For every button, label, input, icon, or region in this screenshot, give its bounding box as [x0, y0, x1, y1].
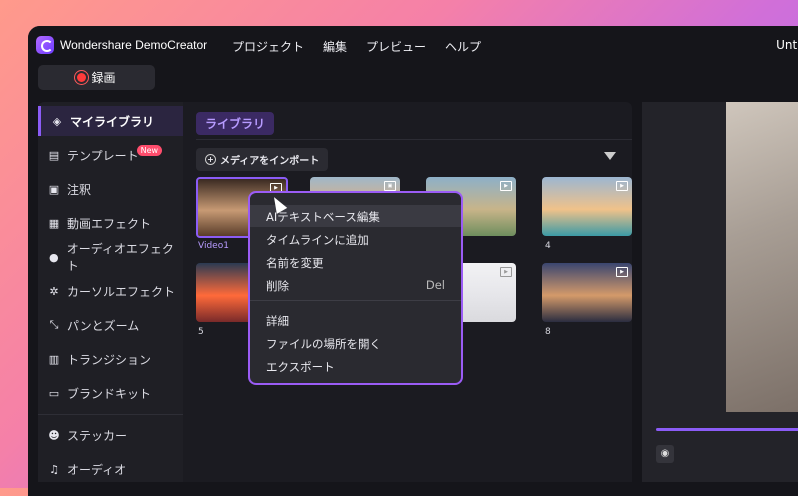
preview-image	[726, 102, 798, 412]
video-type-icon: ▶	[616, 267, 628, 277]
sidebar-item-stickers[interactable]: ☻ ステッカー	[38, 420, 183, 450]
menu-item-add-to-timeline[interactable]: タイムラインに追加	[250, 228, 461, 250]
menu-item-open-file-location[interactable]: ファイルの場所を開く	[250, 332, 461, 354]
layers-icon: ◈	[52, 114, 62, 128]
sidebar-item-label: トランジション	[67, 352, 152, 367]
sidebar-item-label: カーソルエフェクト	[67, 284, 176, 299]
menu-help[interactable]: ヘルプ	[445, 38, 481, 55]
import-media-button[interactable]: + メディアをインポート	[196, 148, 329, 171]
sidebar-item-label: オーディオエフェクト	[66, 242, 174, 273]
tab-library[interactable]: ライブラリ	[196, 112, 275, 135]
document-title: Untitle	[776, 38, 798, 52]
video-type-icon: ▶	[500, 181, 512, 191]
media-thumbnail-4[interactable]: ▶	[542, 177, 632, 236]
sidebar: ◈ マイライブラリ ▤ テンプレート New ▣ 注釈 ▦ 動画エフェクト ● …	[38, 102, 183, 482]
title-bar: Wondershare DemoCreator プロジェクト 編集 プレビュー …	[28, 26, 798, 64]
sidebar-item-brand-kit[interactable]: ▭ ブランドキット	[38, 378, 183, 408]
sidebar-item-audio-effects[interactable]: ● オーディオエフェクト	[38, 242, 183, 273]
sidebar-item-label: ステッカー	[67, 428, 128, 443]
democreator-logo-icon	[36, 36, 54, 54]
music-icon: ♫	[49, 462, 59, 476]
tab-divider	[196, 139, 632, 140]
media-label: 8	[545, 327, 551, 337]
sidebar-item-label: ブランドキット	[67, 386, 152, 401]
cursor-effect-icon: ✲	[49, 284, 59, 298]
media-label: 4	[545, 241, 551, 251]
menu-separator	[250, 300, 461, 301]
sidebar-item-label: オーディオ	[67, 462, 127, 477]
media-label: 5	[198, 327, 204, 337]
record-button[interactable]: 録画	[38, 65, 155, 90]
plus-circle-icon: +	[205, 154, 216, 165]
sidebar-item-label: マイライブラリ	[70, 114, 155, 129]
menu-item-details[interactable]: 詳細	[250, 309, 461, 331]
record-label: 録画	[91, 71, 116, 85]
annotation-icon: ▣	[48, 182, 60, 196]
preview-progress-bar[interactable]	[656, 428, 798, 431]
video-effect-icon: ▦	[48, 216, 60, 230]
menu-edit[interactable]: 編集	[323, 38, 347, 55]
sidebar-item-label: 動画エフェクト	[67, 216, 152, 231]
menu-bar: プロジェクト 編集 プレビュー ヘルプ	[232, 38, 481, 55]
transition-icon: ▥	[48, 352, 60, 366]
menu-project[interactable]: プロジェクト	[232, 38, 304, 55]
menu-preview[interactable]: プレビュー	[366, 38, 426, 55]
menu-item-export[interactable]: エクスポート	[250, 355, 461, 377]
image-type-icon: ▣	[384, 181, 396, 191]
sidebar-item-video-effects[interactable]: ▦ 動画エフェクト	[38, 208, 183, 238]
video-type-icon: ▶	[500, 267, 512, 277]
template-icon: ▤	[48, 148, 60, 162]
context-menu: AIテキストベース編集 タイムラインに追加 名前を変更 削除 Del 詳細 ファイ…	[248, 191, 463, 385]
media-label: Video1	[198, 241, 229, 251]
filter-icon[interactable]	[604, 152, 616, 160]
sidebar-item-my-library[interactable]: ◈ マイライブラリ	[38, 106, 183, 136]
pan-zoom-icon: ⤡	[49, 318, 59, 331]
sidebar-item-templates[interactable]: ▤ テンプレート New	[38, 140, 183, 170]
delete-shortcut: Del	[425, 278, 445, 292]
media-thumbnail-8[interactable]: ▶	[542, 263, 632, 322]
menu-item-delete[interactable]: 削除 Del	[250, 274, 461, 296]
preview-panel: ◉	[642, 102, 798, 482]
camera-icon[interactable]: ◉	[656, 445, 674, 463]
sidebar-divider	[38, 414, 183, 415]
sidebar-item-transitions[interactable]: ▥ トランジション	[38, 344, 183, 374]
audio-effect-icon: ●	[49, 250, 59, 264]
brand-kit-icon: ▭	[48, 386, 60, 400]
new-badge: New	[136, 144, 163, 156]
sidebar-item-pan-zoom[interactable]: ⤡ パンとズーム	[38, 310, 183, 340]
record-icon	[77, 73, 87, 82]
sidebar-item-audio[interactable]: ♫ オーディオ	[38, 454, 183, 484]
sidebar-item-label: 注釈	[67, 182, 92, 197]
sidebar-item-label: パンとズーム	[67, 318, 140, 333]
sidebar-item-label: テンプレート	[67, 148, 139, 163]
sidebar-item-annotations[interactable]: ▣ 注釈	[38, 174, 183, 204]
import-media-label: メディアをインポート	[220, 156, 320, 167]
menu-item-rename[interactable]: 名前を変更	[250, 251, 461, 273]
sticker-icon: ☻	[48, 428, 60, 442]
app-name: Wondershare DemoCreator	[60, 38, 208, 52]
video-type-icon: ▶	[616, 181, 628, 191]
sidebar-item-cursor-effects[interactable]: ✲ カーソルエフェクト	[38, 276, 183, 306]
